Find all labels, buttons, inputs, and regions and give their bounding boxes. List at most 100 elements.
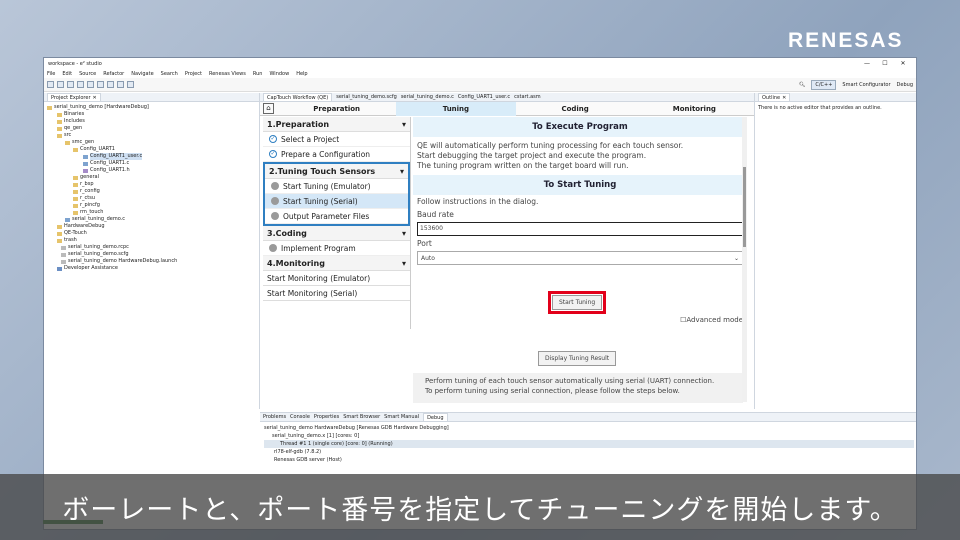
baud-rate-input[interactable]: 153600 (417, 222, 743, 236)
tab-uart-user-c[interactable]: Config_UART1_user.c (458, 94, 510, 100)
step-label: Output Parameter Files (283, 211, 370, 221)
debug-icon[interactable] (67, 81, 74, 88)
step-start-monitoring-serial[interactable]: Start Monitoring (Serial) (263, 286, 410, 301)
tree-item[interactable]: r_bsp (47, 181, 256, 188)
tree-item[interactable]: serial_tuning_demo.c (47, 216, 256, 223)
perspective-smart-configurator[interactable]: Smart Configurator (842, 82, 890, 88)
menu-edit[interactable]: Edit (62, 71, 72, 77)
build-icon[interactable] (57, 81, 64, 88)
tab-demo-c[interactable]: serial_tuning_demo.c (401, 94, 454, 100)
tree-item[interactable]: Includes (47, 118, 256, 125)
tree-item[interactable]: serial_tuning_demo HardwareDebug.launch (47, 258, 256, 265)
tab-project-explorer[interactable]: Project Explorer ✕ (47, 93, 101, 101)
perspective-debug[interactable]: Debug (897, 82, 913, 88)
tab-properties[interactable]: Properties (314, 414, 339, 420)
stop-icon[interactable] (87, 81, 94, 88)
step-label: Implement Program (281, 243, 356, 253)
menu-help[interactable]: Help (296, 71, 307, 77)
start-tuning-button[interactable]: Start Tuning (552, 295, 603, 310)
debug-thread-row[interactable]: Thread #1 1 (single core) [core: 0] (Run… (264, 440, 914, 448)
home-icon[interactable]: ⌂ (263, 103, 274, 114)
workflow-step-preparation[interactable]: Preparation (277, 102, 396, 116)
step-select-project[interactable]: ✓ Select a Project (263, 132, 410, 147)
search-icon[interactable]: 🔍︎ (799, 82, 805, 88)
tab-problems[interactable]: Problems (263, 414, 286, 420)
tree-item[interactable]: qe_gen (47, 125, 256, 132)
tree-item[interactable]: serial_tuning_demo [HardwareDebug] (47, 104, 256, 111)
tree-item[interactable]: serial_tuning_demo.scfg (47, 251, 256, 258)
tree-item[interactable]: general (47, 174, 256, 181)
tab-cstart-asm[interactable]: cstart.asm (514, 94, 541, 100)
tuning-group: 2.Tuning Touch Sensors ▾ Start Tuning (Em… (263, 162, 410, 226)
tree-item-label: serial_tuning_demo [HardwareDebug] (54, 104, 149, 110)
step-prepare-configuration[interactable]: ✓ Prepare a Configuration (263, 147, 410, 162)
workflow-bar: ⌂ Preparation Tuning Coding Monitoring (260, 101, 754, 116)
menu-project[interactable]: Project (185, 71, 202, 77)
tree-item-label: HardwareDebug (64, 223, 105, 229)
debug-launch-row[interactable]: serial_tuning_demo HardwareDebug [Renesa… (264, 424, 914, 432)
tree-item[interactable]: Config_UART1 (47, 146, 256, 153)
step-start-tuning-serial[interactable]: Start Tuning (Serial) (265, 194, 408, 209)
port-select[interactable]: Auto ⌄ (417, 251, 743, 265)
minimize-button[interactable]: — (858, 60, 876, 67)
tree-item[interactable]: r_config (47, 188, 256, 195)
debug-server-row[interactable]: Renesas GDB server (Host) (264, 456, 914, 464)
debug-process-row[interactable]: serial_tuning_demo.x [1] [cores: 0] (264, 432, 914, 440)
menu-window[interactable]: Window (269, 71, 289, 77)
tree-item[interactable]: trash (47, 237, 256, 244)
tree-item[interactable]: serial_tuning_demo.rcpc (47, 244, 256, 251)
display-tuning-result-button[interactable]: Display Tuning Result (538, 351, 617, 366)
menu-refactor[interactable]: Refactor (103, 71, 124, 77)
step-output-parameter-files[interactable]: Output Parameter Files (265, 209, 408, 224)
tab-smart-browser[interactable]: Smart Browser (343, 414, 380, 420)
tree-item[interactable]: Binaries (47, 111, 256, 118)
tree-item[interactable]: r_pincfg (47, 202, 256, 209)
workflow-step-tuning[interactable]: Tuning (396, 101, 516, 116)
tab-smart-manual[interactable]: Smart Manual (384, 414, 419, 420)
section-preparation[interactable]: 1.Preparation ▾ (263, 117, 410, 132)
section-coding[interactable]: 3.Coding ▾ (263, 226, 410, 241)
menu-search[interactable]: Search (161, 71, 178, 77)
step-over-icon[interactable] (107, 81, 114, 88)
save-icon[interactable] (47, 81, 54, 88)
section-monitoring[interactable]: 4.Monitoring ▾ (263, 256, 410, 271)
tree-item[interactable]: r_ctsu (47, 195, 256, 202)
tree-item[interactable]: Config_UART1.h (47, 167, 256, 174)
run-icon[interactable] (77, 81, 84, 88)
workflow-step-monitoring[interactable]: Monitoring (635, 102, 754, 116)
step-return-icon[interactable] (117, 81, 124, 88)
tree-item[interactable]: Developer Assistance (47, 265, 256, 272)
close-button[interactable]: ✕ (894, 60, 912, 67)
step-implement-program[interactable]: Implement Program (263, 241, 410, 256)
maximize-button[interactable]: ☐ (876, 60, 894, 67)
tree-item-selected[interactable]: Config_UART1_user.c (47, 153, 256, 160)
tab-captouch-workflow[interactable]: CapTouch Workflow (QE) (263, 93, 333, 101)
tree-item[interactable]: smc_gen (47, 139, 256, 146)
scrollbar-thumb[interactable] (743, 167, 746, 247)
tree-item[interactable]: rm_touch (47, 209, 256, 216)
tree-item[interactable]: src (47, 132, 256, 139)
tab-scfg[interactable]: serial_tuning_demo.scfg (336, 94, 397, 100)
menu-renesas-views[interactable]: Renesas Views (209, 71, 246, 77)
menu-navigate[interactable]: Navigate (131, 71, 153, 77)
step-into-icon[interactable] (97, 81, 104, 88)
workflow-step-coding[interactable]: Coding (516, 102, 635, 116)
debug-gdb-row[interactable]: rl78-elf-gdb (7.8.2) (264, 448, 914, 456)
content-scrollbar[interactable] (742, 117, 747, 402)
menu-source[interactable]: Source (79, 71, 96, 77)
tab-outline[interactable]: Outline ✕ (758, 93, 791, 101)
step-start-tuning-emulator[interactable]: Start Tuning (Emulator) (265, 179, 408, 194)
menu-file[interactable]: File (47, 71, 55, 77)
tree-item[interactable]: HardwareDebug (47, 223, 256, 230)
tab-console[interactable]: Console (290, 414, 310, 420)
tree-item[interactable]: Config_UART1.c (47, 160, 256, 167)
section-tuning[interactable]: 2.Tuning Touch Sensors ▾ (265, 164, 408, 179)
start-tuning-heading: To Start Tuning (413, 175, 747, 195)
tab-debug[interactable]: Debug (423, 413, 448, 421)
perspective-cpp[interactable]: C/C++ (811, 79, 837, 90)
tree-item[interactable]: QE-Touch (47, 230, 256, 237)
advanced-mode-checkbox[interactable]: ☐Advanced mode (680, 316, 743, 324)
step-start-monitoring-emulator[interactable]: Start Monitoring (Emulator) (263, 271, 410, 286)
menu-run[interactable]: Run (253, 71, 263, 77)
new-icon[interactable] (127, 81, 134, 88)
